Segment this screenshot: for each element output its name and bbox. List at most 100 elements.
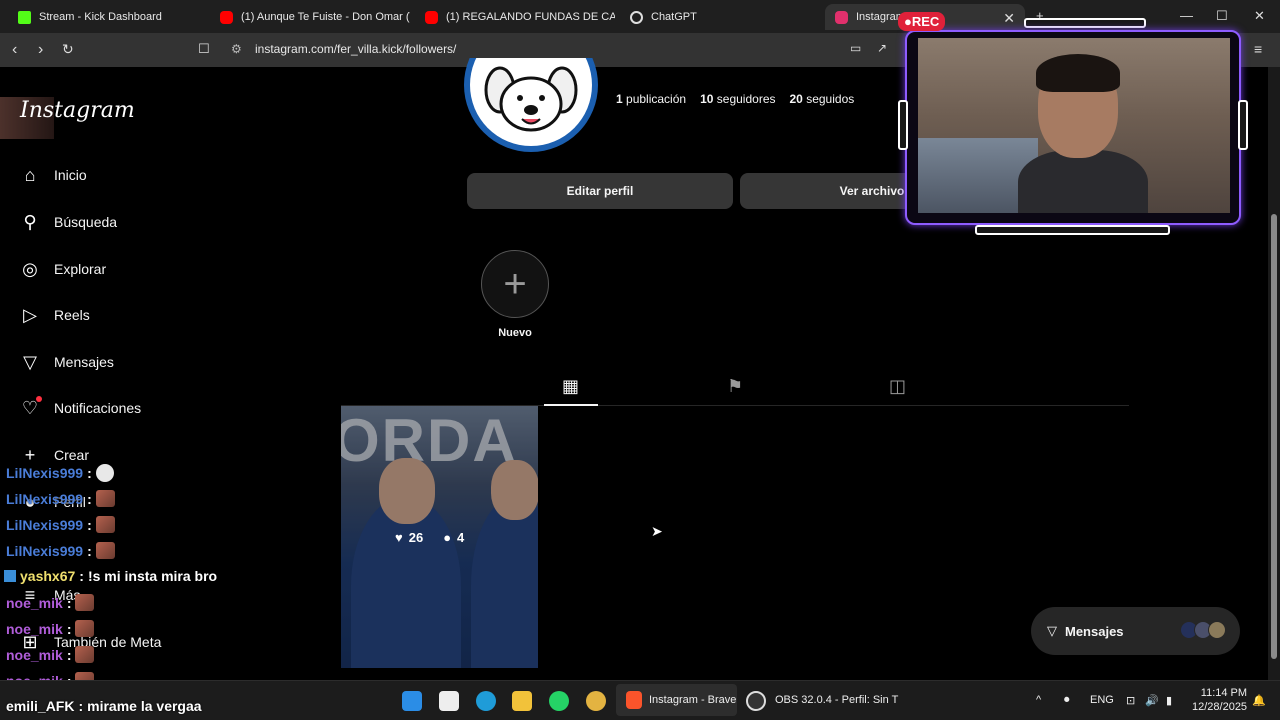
store-icon[interactable] (439, 691, 459, 711)
sidebar-item-busqueda[interactable]: ⚲ Búsqueda (20, 212, 117, 232)
profile-stats: 1 publicación 10 seguidores 20 seguidos (616, 92, 854, 106)
url-field[interactable]: instagram.com/fer_villa.kick/followers/ (255, 42, 456, 56)
messages-pill[interactable]: ▽ Mensajes (1031, 607, 1240, 655)
chat-badge-icon (4, 570, 16, 582)
whatsapp-icon[interactable] (549, 691, 569, 711)
scroll-thumb[interactable] (1271, 214, 1277, 659)
sidebar-item-explorar[interactable]: ◎ Explorar (20, 259, 106, 279)
chat-separator: : (66, 646, 72, 663)
messages-pill-label: Mensajes (1065, 623, 1124, 639)
sidebar-item-label: Búsqueda (54, 214, 118, 230)
followers-count[interactable]: 10 seguidores (700, 92, 775, 106)
profile-avatar[interactable] (464, 58, 598, 156)
chat-separator: : (87, 516, 92, 533)
edge-icon[interactable] (476, 691, 496, 711)
menu-icon[interactable]: ≡ (1254, 41, 1262, 57)
emote-icon (95, 542, 115, 559)
chat-line: LilNexis999: (6, 542, 115, 559)
scrollbar[interactable] (1268, 67, 1280, 680)
chat-username: emili_AFK (6, 698, 75, 714)
following-count[interactable]: 20 seguidos (790, 92, 855, 106)
sidebar-item-notificaciones[interactable]: ♡ Notificaciones (20, 396, 142, 418)
comment-icon: ● (443, 530, 452, 545)
site-info-icon[interactable]: ⚙ (231, 42, 242, 56)
tagged-tab-icon[interactable]: ◫ (889, 376, 906, 397)
chat-message: !s mi insta mira bro (87, 568, 218, 584)
close-tab-icon[interactable]: ✕ (1003, 10, 1015, 27)
close-window-icon[interactable]: ✕ (1254, 8, 1265, 24)
comments-count: 4 (457, 530, 465, 545)
chat-separator: : (87, 542, 92, 559)
obs-icon[interactable] (746, 691, 766, 711)
maximize-icon[interactable]: ☐ (1216, 8, 1228, 24)
likes: ♥ 26 (395, 530, 423, 545)
posts-count: 1 publicación (616, 92, 687, 106)
new-highlight-label: Nuevo (498, 327, 532, 339)
tab-chatgpt[interactable]: ChatGPT (620, 4, 820, 30)
sidebar-item-label: Mensajes (54, 354, 114, 370)
sidebar-item-mensajes[interactable]: ▽ Mensajes (20, 352, 114, 372)
forward-icon[interactable]: › (38, 41, 43, 59)
language-indicator[interactable]: ENG (1090, 694, 1114, 706)
edit-profile-button[interactable]: Editar perfil (467, 173, 733, 209)
chrome-icon[interactable] (586, 691, 606, 711)
webcam-frame-side (898, 100, 908, 150)
emote-icon (75, 646, 95, 663)
clock-date: 12/28/2025 (1192, 701, 1248, 713)
chat-line: noe_mik: (6, 646, 95, 663)
post-thumbnail[interactable]: ORDA ♥ 26 ● 4 (341, 406, 538, 668)
posts-grid-tab-icon[interactable]: ▦ (562, 376, 579, 397)
brave-task-active[interactable]: Instagram - Brave (616, 684, 737, 716)
emote-icon (95, 464, 114, 482)
streamer-hair (1036, 54, 1120, 92)
saved-tab-icon[interactable]: ⚑ (727, 376, 743, 397)
sidebar-item-label: Inicio (54, 167, 87, 183)
notification-dot (36, 396, 42, 402)
volume-icon[interactable]: 🔊 (1145, 694, 1159, 707)
chat-separator: : (78, 698, 84, 714)
reload-icon[interactable]: ↻ (62, 41, 74, 58)
notifications-icon[interactable]: 🔔 (1252, 694, 1266, 707)
webcam-frame-bar (1024, 18, 1146, 28)
sidebar-item-crear[interactable]: + Crear (20, 445, 89, 465)
minimize-icon[interactable]: — (1180, 8, 1193, 23)
clock-time: 11:14 PM (1200, 687, 1248, 699)
sidebar-item-label: Crear (54, 447, 90, 463)
chat-line: noe_mik: (6, 594, 95, 611)
battery-icon[interactable]: ▮ (1166, 694, 1172, 707)
tab-kick-dashboard[interactable]: Stream - Kick Dashboard (8, 4, 208, 30)
back-icon[interactable]: ‹ (12, 41, 17, 59)
streamer-body (1018, 150, 1148, 213)
chat-username: LilNexis999 (6, 465, 84, 481)
bookmark-icon[interactable]: ☐ (198, 41, 210, 57)
chat-line: noe_mik: (6, 620, 95, 637)
taskbar-clock[interactable]: 11:14 PM 12/28/2025 (1192, 686, 1247, 714)
sidebar-item-inicio[interactable]: ⌂ Inicio (20, 165, 87, 185)
share-icon[interactable]: ↗ (877, 41, 887, 55)
webcam-video (918, 38, 1230, 213)
tray-chevron-icon[interactable]: ^ (1036, 694, 1041, 706)
cast-icon[interactable]: ▭ (850, 41, 861, 55)
chat-line: emili_AFK: mirame la vergaa (6, 698, 202, 714)
emote-icon (75, 594, 95, 611)
chatgpt-icon (630, 10, 643, 24)
tab-youtube-1[interactable]: (1) Aunque Te Fuiste - Don Omar (Vu (210, 4, 410, 30)
plus-icon: + (24, 444, 36, 465)
active-tab-indicator (544, 404, 598, 406)
sidebar-item-label: Notificaciones (54, 400, 142, 416)
chat-line: LilNexis999: (6, 516, 115, 533)
new-highlight-button[interactable]: + (481, 250, 549, 318)
instagram-icon (835, 10, 848, 24)
chat-username: noe_mik (6, 646, 63, 663)
tab-youtube-2[interactable]: (1) REGALANDO FUNDAS DE CARAM (415, 4, 615, 30)
windows-start-icon[interactable] (402, 691, 422, 711)
send-icon: ▽ (1047, 623, 1057, 638)
obs-task-label[interactable]: OBS 32.0.4 - Perfil: Sin T (775, 694, 898, 706)
file-explorer-icon[interactable] (512, 691, 532, 711)
network-icon[interactable]: ⊡ (1126, 694, 1135, 707)
home-icon: ⌂ (24, 164, 36, 185)
instagram-logo[interactable]: Instagram (20, 98, 135, 123)
tab-title: (1) REGALANDO FUNDAS DE CARAM (446, 11, 615, 23)
sidebar-item-reels[interactable]: ▷ Reels (20, 305, 90, 325)
microphone-icon[interactable]: ⏺ (1064, 694, 1070, 707)
